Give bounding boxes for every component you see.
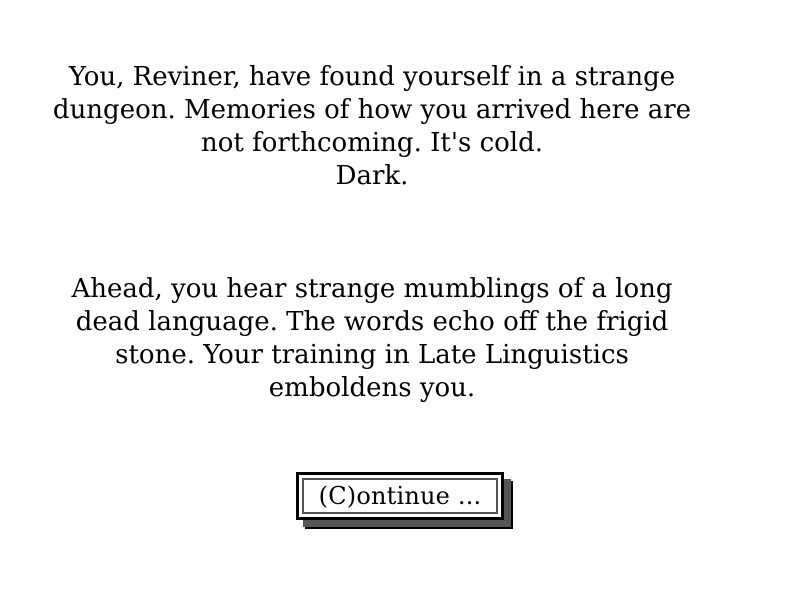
- continue-button[interactable]: (C)ontinue ...: [296, 472, 504, 520]
- story-line: Dark.: [335, 161, 409, 191]
- story-line: dead language. The words echo off the fr…: [75, 307, 669, 337]
- story-line: emboldens you.: [268, 373, 476, 403]
- story-line: Ahead, you hear strange mumblings of a l…: [71, 274, 673, 304]
- story-paragraph-ahead: Ahead, you hear strange mumblings of a l…: [40, 273, 704, 405]
- story-paragraph-intro: You, Reviner, have found yourself in a s…: [40, 61, 704, 193]
- story-line: not forthcoming. It's cold.: [200, 128, 544, 158]
- continue-button-label: (C)ontinue ...: [318, 482, 482, 510]
- story-line: stone. Your training in Late Linguistics: [115, 340, 629, 370]
- story-line: You, Reviner, have found yourself in a s…: [68, 62, 676, 92]
- story-line: dungeon. Memories of how you arrived her…: [52, 95, 692, 125]
